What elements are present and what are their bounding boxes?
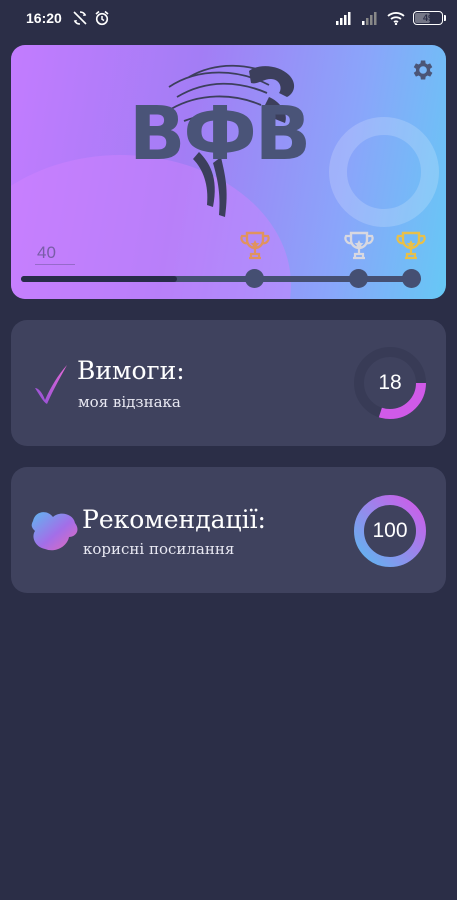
status-bar: 16:20 49 (0, 0, 457, 36)
logo: ВФВ (129, 57, 339, 227)
requirements-ring: 18 (350, 343, 430, 423)
milestone-dot-silver (349, 269, 368, 288)
progress-fill (21, 276, 177, 282)
milestone-dot-gold (402, 269, 421, 288)
hero-card: ВФВ 40 (11, 45, 446, 299)
gear-icon[interactable] (409, 57, 435, 83)
signal-weak-icon (362, 12, 377, 25)
requirements-card[interactable]: Вимоги: моя відзнака 18 (11, 320, 446, 446)
recommendations-subtitle: корисні посилання (83, 540, 235, 558)
recommendations-ring: 100 (350, 491, 430, 571)
signal-icon (336, 12, 351, 25)
logo-text: ВФВ (129, 91, 311, 177)
battery-level: 49 (422, 13, 433, 23)
requirements-ring-value: 18 (378, 371, 402, 394)
sync-off-icon (73, 11, 87, 25)
milestone-dot-bronze (245, 269, 264, 288)
status-time: 16:20 (26, 10, 62, 26)
recommendations-title: Рекомендації: (82, 505, 266, 534)
score-label: 40 (37, 243, 56, 262)
checkmark-icon (35, 365, 67, 404)
recommendations-card[interactable]: Рекомендації: корисні посилання 100 (11, 467, 446, 593)
trophy-silver-icon (344, 231, 374, 260)
hero-decor-ring (329, 117, 439, 227)
requirements-title: Вимоги: (77, 356, 185, 385)
blob-icon (31, 512, 78, 551)
trophy-gold-icon (396, 231, 426, 260)
battery-indicator: 49 (413, 11, 446, 25)
wifi-icon (387, 12, 405, 25)
requirements-subtitle: моя відзнака (78, 393, 181, 411)
score-underline (35, 264, 75, 265)
recommendations-ring-value: 100 (372, 519, 408, 542)
alarm-icon (95, 10, 109, 26)
trophy-bronze-icon (240, 231, 270, 260)
